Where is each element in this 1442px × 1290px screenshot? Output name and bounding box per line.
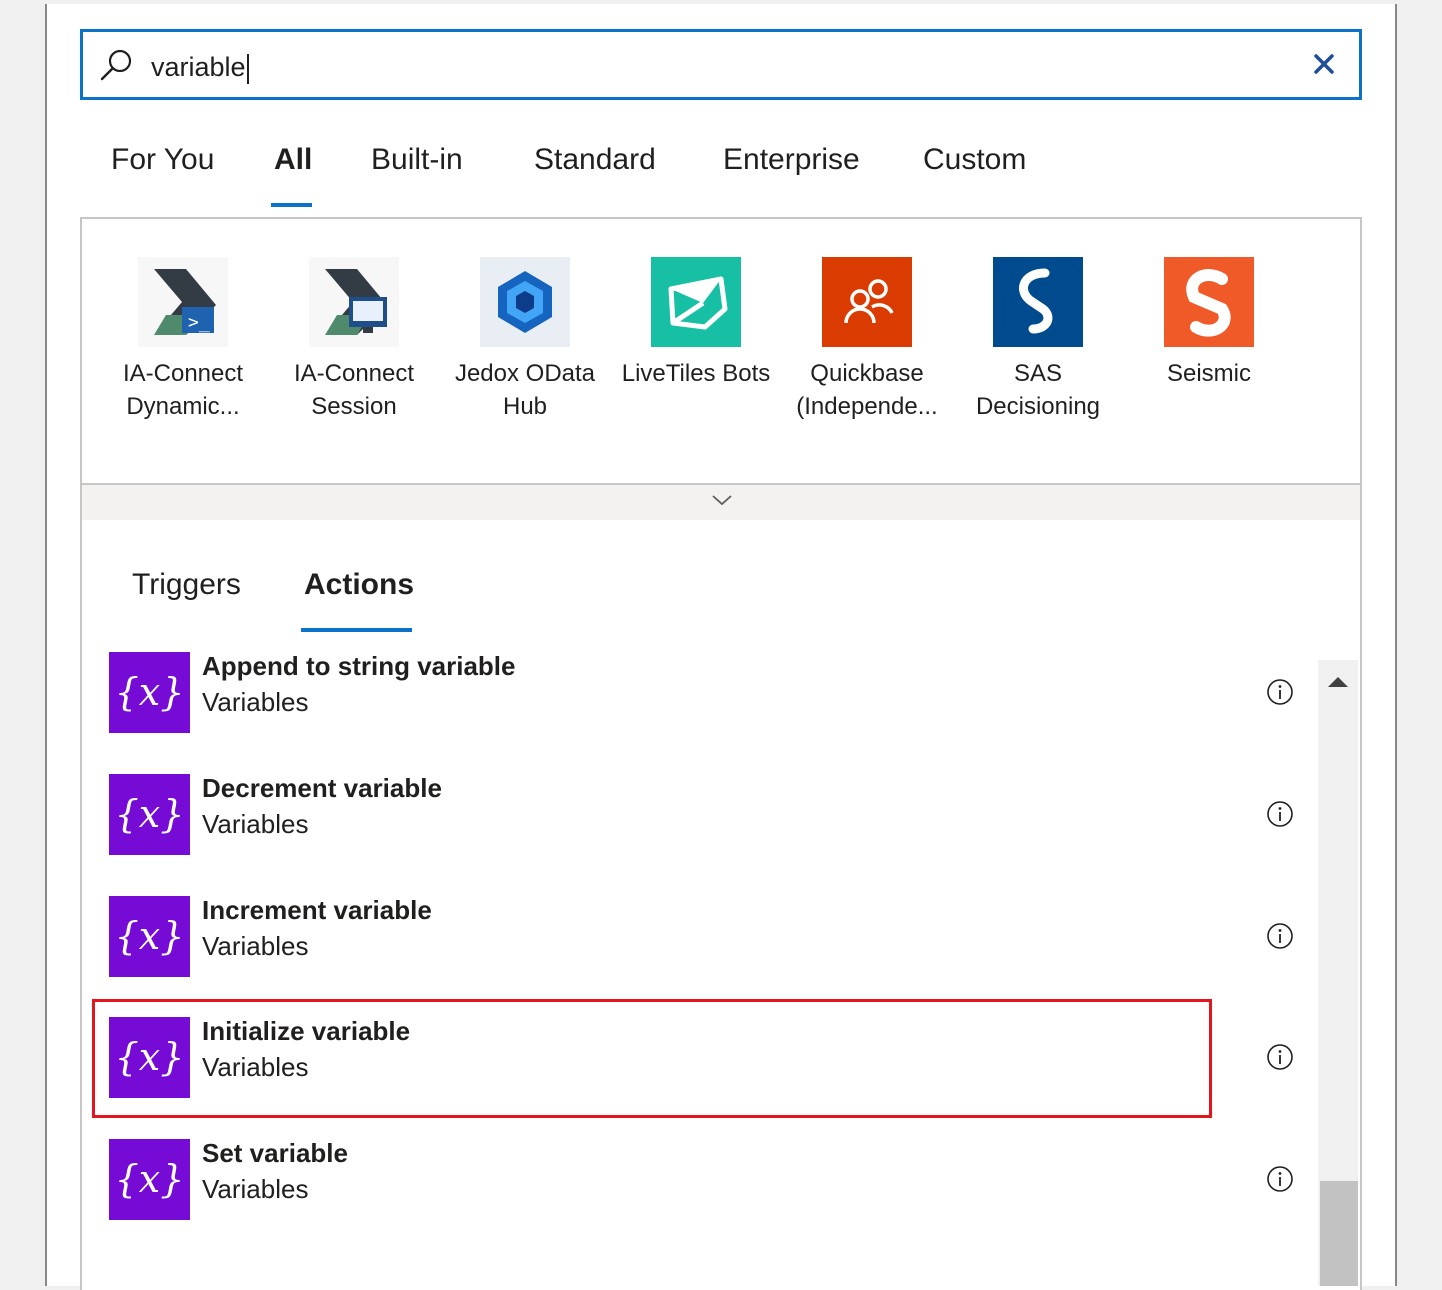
connector-jedox-odata-hub[interactable]: Jedox OData Hub	[440, 257, 610, 423]
close-icon[interactable]	[1311, 51, 1337, 77]
tab-built-in[interactable]: Built-in	[371, 141, 463, 179]
search-box[interactable]: variable	[80, 29, 1362, 100]
tab-actions[interactable]: Actions	[304, 566, 414, 604]
variables-icon: {x}	[109, 896, 190, 977]
connector-seismic[interactable]: Seismic	[1124, 257, 1294, 390]
quickbase-icon	[822, 257, 912, 347]
action-item-increment-variable[interactable]: {x} Increment variable Variables	[108, 895, 1308, 978]
action-connector: Variables	[202, 809, 309, 839]
search-icon	[100, 49, 132, 81]
tab-enterprise[interactable]: Enterprise	[723, 141, 860, 179]
ia-connect-session-icon	[309, 257, 399, 347]
tab-all[interactable]: All	[274, 141, 312, 179]
variables-icon: {x}	[109, 652, 190, 733]
connector-ia-connect-session[interactable]: IA-Connect Session	[269, 257, 439, 423]
connector-label-line1: LiveTiles Bots	[621, 360, 771, 387]
connector-label-line1: Seismic	[1166, 360, 1251, 387]
search-input[interactable]: variable	[151, 51, 249, 84]
info-icon[interactable]	[1266, 922, 1294, 950]
action-item-append-to-string-variable[interactable]: {x} Append to string variable Variables	[108, 651, 1308, 734]
info-icon[interactable]	[1266, 800, 1294, 828]
highlight-box	[92, 999, 1212, 1118]
connector-label-line1: IA-Connect	[122, 360, 244, 387]
action-title: Decrement variable	[202, 773, 442, 803]
connector-label-line1: SAS	[1013, 360, 1063, 387]
action-item-set-variable[interactable]: {x} Set variable Variables	[108, 1138, 1308, 1221]
info-icon[interactable]	[1266, 1043, 1294, 1071]
action-title: Append to string variable	[202, 651, 516, 681]
variables-icon: {x}	[109, 1139, 190, 1220]
livetiles-icon	[651, 257, 741, 347]
action-connector: Variables	[202, 687, 309, 717]
connector-quickbase[interactable]: Quickbase (Independe...	[782, 257, 952, 423]
connector-label-line1: IA-Connect	[293, 360, 415, 387]
connectors-panel: >_ IA-Connect Dynamic... IA-Connect Sessio…	[80, 217, 1362, 522]
tab-for-you[interactable]: For You	[111, 141, 214, 179]
action-title: Increment variable	[202, 895, 432, 925]
tab-custom[interactable]: Custom	[923, 141, 1026, 179]
action-connector: Variables	[202, 931, 309, 961]
action-item-decrement-variable[interactable]: {x} Decrement variable Variables	[108, 773, 1308, 856]
expand-connectors-button[interactable]	[82, 483, 1360, 520]
connector-sas-decisioning[interactable]: SAS Decisioning	[953, 257, 1123, 423]
tab-standard[interactable]: Standard	[534, 141, 656, 179]
tab-actions-underline	[301, 628, 412, 632]
connector-label-line2: Hub	[502, 393, 548, 420]
tab-all-underline	[271, 203, 312, 207]
action-title: Set variable	[202, 1138, 348, 1168]
connector-label-line2: (Independe...	[796, 393, 938, 420]
scrollbar-thumb[interactable]	[1320, 1181, 1358, 1286]
connector-label-line1: Jedox OData	[454, 360, 596, 387]
connector-ia-connect-dynamic[interactable]: >_ IA-Connect Dynamic...	[98, 257, 268, 423]
connector-label-line1: Quickbase	[810, 360, 924, 387]
connector-label-line2: Dynamic...	[126, 393, 240, 420]
scroll-up-arrow-icon[interactable]	[1327, 675, 1349, 689]
chevron-down-icon	[712, 495, 732, 506]
variables-icon: {x}	[109, 774, 190, 855]
info-icon[interactable]	[1266, 1165, 1294, 1193]
tab-triggers[interactable]: Triggers	[132, 566, 241, 604]
info-icon[interactable]	[1266, 678, 1294, 706]
action-connector: Variables	[202, 1174, 309, 1204]
connector-livetiles-bots[interactable]: LiveTiles Bots	[611, 257, 781, 390]
svg-text:>_: >_	[188, 312, 210, 333]
seismic-icon	[1164, 257, 1254, 347]
jedox-odata-icon	[480, 257, 570, 347]
ia-connect-dynamic-icon: >_	[138, 257, 228, 347]
connector-label-line2: Decisioning	[975, 393, 1101, 420]
sas-icon	[993, 257, 1083, 347]
connector-label-line2: Session	[311, 393, 397, 420]
